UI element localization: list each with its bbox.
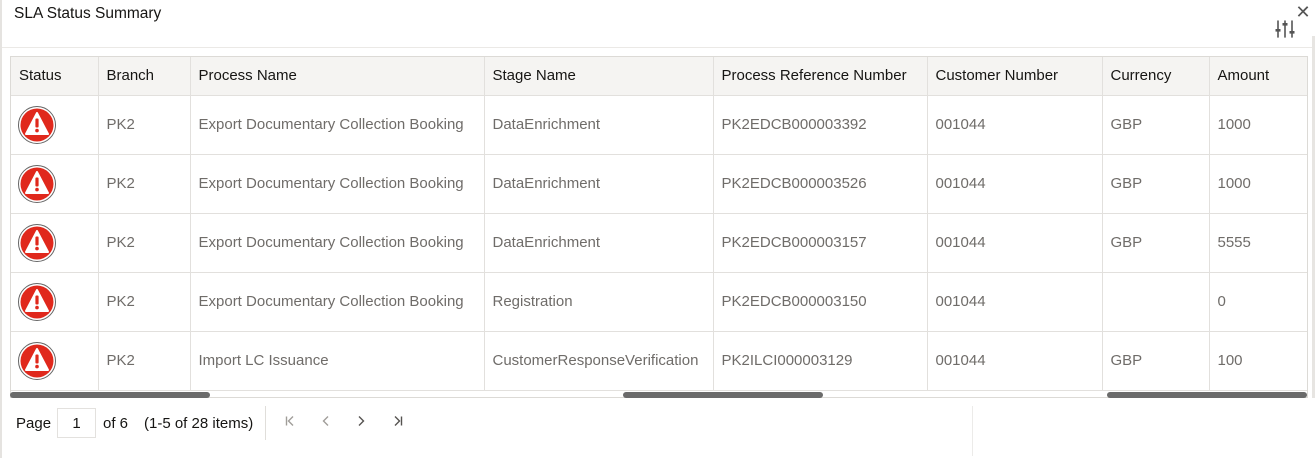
cell-customer-number: 001044 <box>927 95 1103 155</box>
last-page-icon[interactable] <box>387 412 409 434</box>
sla-breach-warning-icon <box>18 341 56 380</box>
cell-process-name: Import LC Issuance <box>190 331 485 391</box>
cell-branch: PK2 <box>98 154 191 214</box>
cell-process-name: Export Documentary Collection Booking <box>190 95 485 155</box>
cell-process-name: Export Documentary Collection Booking <box>190 213 485 273</box>
cell-amount: 1000 <box>1209 95 1307 155</box>
cell-process-name: Export Documentary Collection Booking <box>190 154 485 214</box>
page-of-label: of 6 <box>103 415 129 432</box>
cell-branch: PK2 <box>98 213 191 273</box>
horizontal-scrollbar[interactable] <box>10 390 1308 398</box>
cell-currency: GBP <box>1102 213 1210 273</box>
cell-currency <box>1102 272 1210 332</box>
cell-customer-number: 001044 <box>927 213 1103 273</box>
sla-breach-warning-icon <box>18 164 56 203</box>
cell-status <box>11 154 99 214</box>
cell-status <box>11 213 99 273</box>
column-header-stage-name[interactable]: Stage Name <box>484 57 714 96</box>
cell-currency: GBP <box>1102 331 1210 391</box>
cell-amount: 100 <box>1209 331 1307 391</box>
cell-branch: PK2 <box>98 95 191 155</box>
cell-status <box>11 95 99 155</box>
cell-branch: PK2 <box>98 331 191 391</box>
cell-stage-name: CustomerResponseVerification <box>484 331 714 391</box>
panel-title: SLA Status Summary <box>14 5 162 22</box>
cell-stage-name: DataEnrichment <box>484 95 714 155</box>
column-header-branch[interactable]: Branch <box>98 57 191 96</box>
cell-branch: PK2 <box>98 272 191 332</box>
table-row[interactable]: PK2 Export Documentary Collection Booking… <box>11 213 1307 273</box>
pager-divider-right <box>972 406 973 456</box>
table-row[interactable]: PK2 Import LC Issuance CustomerResponseVer… <box>11 331 1307 391</box>
cell-status <box>11 331 99 391</box>
sla-breach-warning-icon <box>18 223 56 262</box>
page-label: Page <box>16 415 52 432</box>
cell-currency: GBP <box>1102 95 1210 155</box>
next-page-icon[interactable] <box>350 412 372 434</box>
sla-breach-warning-icon <box>18 282 56 321</box>
column-header-currency[interactable]: Currency <box>1102 57 1210 96</box>
column-header-customer-number[interactable]: Customer Number <box>927 57 1103 96</box>
cell-amount: 0 <box>1209 272 1307 332</box>
cell-status <box>11 272 99 332</box>
page-range-label: (1-5 of 28 items) <box>144 415 254 432</box>
cell-process-reference-number: PK2ILCI000003129 <box>713 331 928 391</box>
cell-customer-number: 001044 <box>927 272 1103 332</box>
cell-currency: GBP <box>1102 154 1210 214</box>
cell-customer-number: 001044 <box>927 154 1103 214</box>
sla-table: Status Branch Process Name Stage Name Pr… <box>11 57 1307 391</box>
cell-process-name: Export Documentary Collection Booking <box>190 272 485 332</box>
sla-grid: Status Branch Process Name Stage Name Pr… <box>10 56 1308 398</box>
cell-customer-number: 001044 <box>927 331 1103 391</box>
cell-amount: 5555 <box>1209 213 1307 273</box>
column-header-status[interactable]: Status <box>11 57 99 96</box>
sla-status-summary-panel: SLA Status Summary ✕ Status Branch Proce… <box>0 0 1315 458</box>
column-header-process-name[interactable]: Process Name <box>190 57 485 96</box>
cell-amount: 1000 <box>1209 154 1307 214</box>
first-page-icon[interactable] <box>279 412 301 434</box>
page-number-input[interactable] <box>57 408 96 438</box>
column-header-process-reference-number[interactable]: Process Reference Number <box>713 57 928 96</box>
table-header-row: Status Branch Process Name Stage Name Pr… <box>11 57 1307 96</box>
table-row[interactable]: PK2 Export Documentary Collection Booking… <box>11 154 1307 214</box>
sla-breach-warning-icon <box>18 105 56 144</box>
table-row[interactable]: PK2 Export Documentary Collection Booking… <box>11 95 1307 155</box>
pager-divider <box>265 406 266 440</box>
cell-stage-name: DataEnrichment <box>484 213 714 273</box>
cell-process-reference-number: PK2EDCB000003392 <box>713 95 928 155</box>
filter-settings-icon[interactable] <box>1273 18 1297 40</box>
previous-page-icon[interactable] <box>315 412 337 434</box>
cell-process-reference-number: PK2EDCB000003150 <box>713 272 928 332</box>
cell-process-reference-number: PK2EDCB000003157 <box>713 213 928 273</box>
pagination-bar: Page of 6 (1-5 of 28 items) <box>2 398 1315 458</box>
cell-process-reference-number: PK2EDCB000003526 <box>713 154 928 214</box>
panel-header: SLA Status Summary ✕ <box>2 0 1315 48</box>
table-row[interactable]: PK2 Export Documentary Collection Booking… <box>11 272 1307 332</box>
column-header-amount[interactable]: Amount <box>1209 57 1307 96</box>
cell-stage-name: Registration <box>484 272 714 332</box>
cell-stage-name: DataEnrichment <box>484 154 714 214</box>
